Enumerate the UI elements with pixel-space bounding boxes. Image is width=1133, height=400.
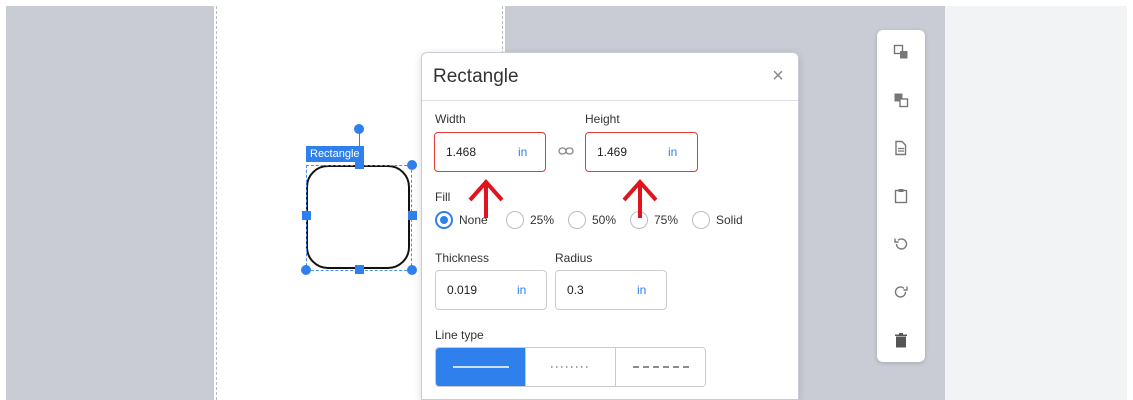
- page-margin-guide-left: [216, 6, 217, 400]
- line-type-dashed[interactable]: [616, 348, 705, 386]
- radio-icon: [506, 211, 524, 229]
- radius-label: Radius: [555, 251, 593, 265]
- resize-handle-bottom-right[interactable]: [407, 265, 417, 275]
- send-backward-icon[interactable]: [889, 88, 913, 112]
- link-icon[interactable]: [558, 143, 574, 162]
- annotation-arrow-icon: [622, 178, 658, 218]
- annotation-arrow-icon: [468, 178, 504, 218]
- redo-icon[interactable]: [889, 280, 913, 304]
- height-field[interactable]: 1.469 in: [585, 132, 698, 172]
- dotted-line-icon: [550, 366, 591, 368]
- rectangle-properties-dialog: Rectangle × Width 1.468 in Height 1.469 …: [421, 52, 799, 400]
- width-value: 1.468: [446, 145, 477, 159]
- thickness-unit: in: [517, 283, 527, 297]
- rotation-handle[interactable]: [354, 124, 364, 134]
- line-type-label: Line type: [435, 328, 484, 342]
- resize-handle-top[interactable]: [355, 160, 364, 169]
- resize-handle-top-right[interactable]: [407, 160, 417, 170]
- line-type-selector: [435, 347, 706, 387]
- radius-value: 0.3: [567, 283, 584, 297]
- width-unit: in: [518, 145, 528, 159]
- width-field[interactable]: 1.468 in: [434, 132, 546, 172]
- fill-label: Fill: [435, 190, 451, 204]
- height-label: Height: [585, 112, 620, 126]
- paste-icon[interactable]: [889, 184, 913, 208]
- fill-option-25[interactable]: 25%: [506, 211, 554, 229]
- width-label: Width: [435, 112, 466, 126]
- resize-handle-right[interactable]: [408, 211, 417, 220]
- radio-icon: [568, 211, 586, 229]
- fill-option-solid[interactable]: Solid: [692, 211, 743, 229]
- line-type-dotted[interactable]: [526, 348, 616, 386]
- dialog-divider: [422, 100, 798, 101]
- edit-toolbar: [877, 30, 925, 362]
- selection-box: [306, 165, 412, 271]
- resize-handle-bottom[interactable]: [355, 265, 364, 274]
- thickness-label: Thickness: [435, 251, 490, 265]
- solid-line-icon: [452, 366, 509, 368]
- radio-selected-icon: [435, 211, 453, 229]
- fill-option-50[interactable]: 50%: [568, 211, 616, 229]
- copy-icon[interactable]: [889, 136, 913, 160]
- side-panel-area: [945, 6, 1127, 400]
- thickness-field[interactable]: 0.019 in: [435, 270, 547, 310]
- bring-forward-icon[interactable]: [889, 40, 913, 64]
- delete-icon[interactable]: [889, 328, 913, 352]
- close-icon[interactable]: ×: [767, 65, 789, 87]
- resize-handle-bottom-left[interactable]: [301, 265, 311, 275]
- radio-icon: [692, 211, 710, 229]
- dialog-title: Rectangle: [433, 66, 519, 87]
- height-value: 1.469: [597, 145, 628, 159]
- undo-icon[interactable]: [889, 232, 913, 256]
- radius-unit: in: [637, 283, 647, 297]
- canvas-background-left: [6, 6, 214, 400]
- resize-handle-left[interactable]: [302, 211, 311, 220]
- radius-field[interactable]: 0.3 in: [555, 270, 667, 310]
- line-type-solid[interactable]: [436, 348, 526, 386]
- dashed-line-icon: [632, 366, 689, 368]
- thickness-value: 0.019: [447, 283, 478, 297]
- height-unit: in: [668, 145, 678, 159]
